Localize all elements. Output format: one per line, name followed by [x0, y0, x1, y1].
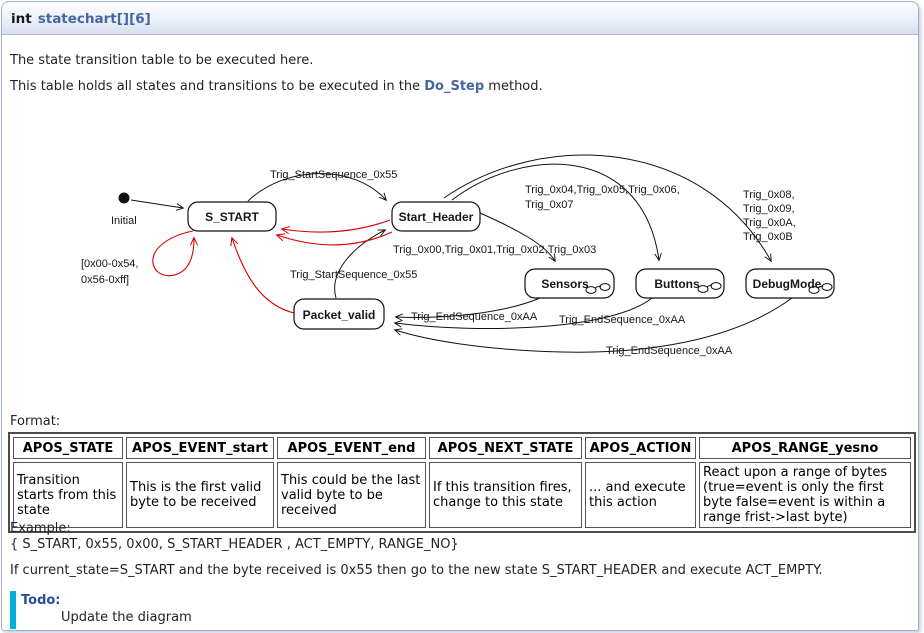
- col-desc-apos-action: ... and execute this action: [585, 462, 696, 528]
- format-table-desc-row: Transition starts from this state This i…: [13, 462, 911, 528]
- col-header-apos-event-end: APOS_EVENT_end: [277, 437, 426, 459]
- col-desc-apos-range-yesno: React upon a range of bytes (true=event …: [699, 462, 911, 528]
- col-desc-apos-event-start: This is the first valid byte to be recei…: [126, 462, 274, 528]
- label-to-debug-line1: Trig_0x08,: [743, 189, 795, 201]
- format-table: APOS_STATE APOS_EVENT_start APOS_EVENT_e…: [8, 432, 916, 533]
- example-label: Example:: [10, 521, 459, 537]
- transition-packet-valid-to-start-header: [335, 230, 385, 298]
- transition-start-header-to-s-start-red-1: [282, 220, 390, 232]
- member-title-bar: int statechart[][6]: [2, 2, 918, 35]
- state-packet-valid-label: Packet_valid: [303, 308, 376, 322]
- todo-label: Todo:: [21, 593, 192, 608]
- todo-text: Update the diagram: [61, 610, 192, 625]
- state-debugmode-label: DebugMode: [753, 277, 822, 291]
- col-header-apos-state: APOS_STATE: [13, 437, 123, 459]
- todo-block: Todo: Update the diagram: [10, 591, 192, 629]
- doxygen-member-page: { "header": { "keyword": "int", "name": …: [0, 0, 924, 633]
- label-to-debug-line3: Trig_0x0A,: [743, 217, 796, 229]
- brief-description: The state transition table to be execute…: [10, 53, 313, 69]
- col-desc-apos-next-state: If this transition fires, change to this…: [429, 462, 582, 528]
- example-code: { S_START, 0x55, 0x00, S_START_HEADER , …: [10, 537, 459, 553]
- label-to-buttons-line2: Trig_0x07: [525, 199, 574, 211]
- label-to-debug-line2: Trig_0x09,: [743, 203, 795, 215]
- format-label: Format:: [10, 414, 60, 429]
- col-desc-apos-state: Transition starts from this state: [13, 462, 123, 528]
- description-text-end: method.: [484, 79, 542, 94]
- col-header-apos-action: APOS_ACTION: [585, 437, 696, 459]
- description-text: This table holds all states and transiti…: [10, 79, 424, 94]
- label-end-from-debug: Trig_EndSequence_0xAA: [606, 345, 733, 357]
- col-header-apos-range-yesno: APOS_RANGE_yesno: [699, 437, 911, 459]
- initial-state-dot: [119, 193, 130, 204]
- label-start-sequence-top: Trig_StartSequence_0x55: [270, 169, 397, 181]
- state-buttons-label: Buttons: [654, 277, 700, 291]
- label-to-debug-line4: Trig_0x0B: [743, 231, 793, 243]
- initial-state-label: Initial: [111, 215, 137, 227]
- transition-packet-valid-to-s-start-red: [232, 238, 294, 313]
- label-end-from-sensors: Trig_EndSequence_0xAA: [411, 311, 538, 323]
- example-explanation: If current_state=S_START and the byte re…: [10, 563, 823, 578]
- detailed-description: This table holds all states and transiti…: [10, 79, 543, 95]
- label-range-line1: [0x00-0x54,: [81, 258, 138, 270]
- label-to-sensors: Trig_0x00,Trig_0x01,Trig_0x02,Trig_0x03: [393, 244, 596, 256]
- state-sensors-label: Sensors: [541, 277, 589, 291]
- type-keyword: int: [11, 11, 32, 27]
- col-header-apos-event-start: APOS_EVENT_start: [126, 437, 274, 459]
- do-step-link[interactable]: Do_Step: [424, 79, 484, 94]
- col-desc-apos-event-end: This could be the last valid byte to be …: [277, 462, 426, 528]
- transition-initial-to-s-start: [131, 200, 183, 208]
- statechart-diagram: Initial S_START Start_Header Sensors But…: [2, 97, 924, 407]
- format-table-header-row: APOS_STATE APOS_EVENT_start APOS_EVENT_e…: [13, 437, 911, 459]
- transition-s-start-self-loop-red: [153, 231, 194, 276]
- state-s-start-label: S_START: [205, 210, 259, 224]
- col-header-apos-next-state: APOS_NEXT_STATE: [429, 437, 582, 459]
- transition-start-header-to-s-start-red-2: [277, 232, 392, 245]
- member-item-frame: int statechart[][6] The state transition …: [1, 1, 919, 631]
- example-block: Example: { S_START, 0x55, 0x00, S_START_…: [10, 521, 459, 553]
- label-pv-to-header: Trig_StartSequence_0x55: [290, 269, 417, 281]
- label-range-line2: 0x56-0xff]: [81, 274, 129, 286]
- label-to-buttons-line1: Trig_0x04,Trig_0x05,Trig_0x06,: [525, 184, 680, 196]
- state-start-header-label: Start_Header: [399, 210, 474, 224]
- member-name: statechart[][6]: [38, 11, 151, 27]
- label-end-from-buttons: Trig_EndSequence_0xAA: [559, 314, 686, 326]
